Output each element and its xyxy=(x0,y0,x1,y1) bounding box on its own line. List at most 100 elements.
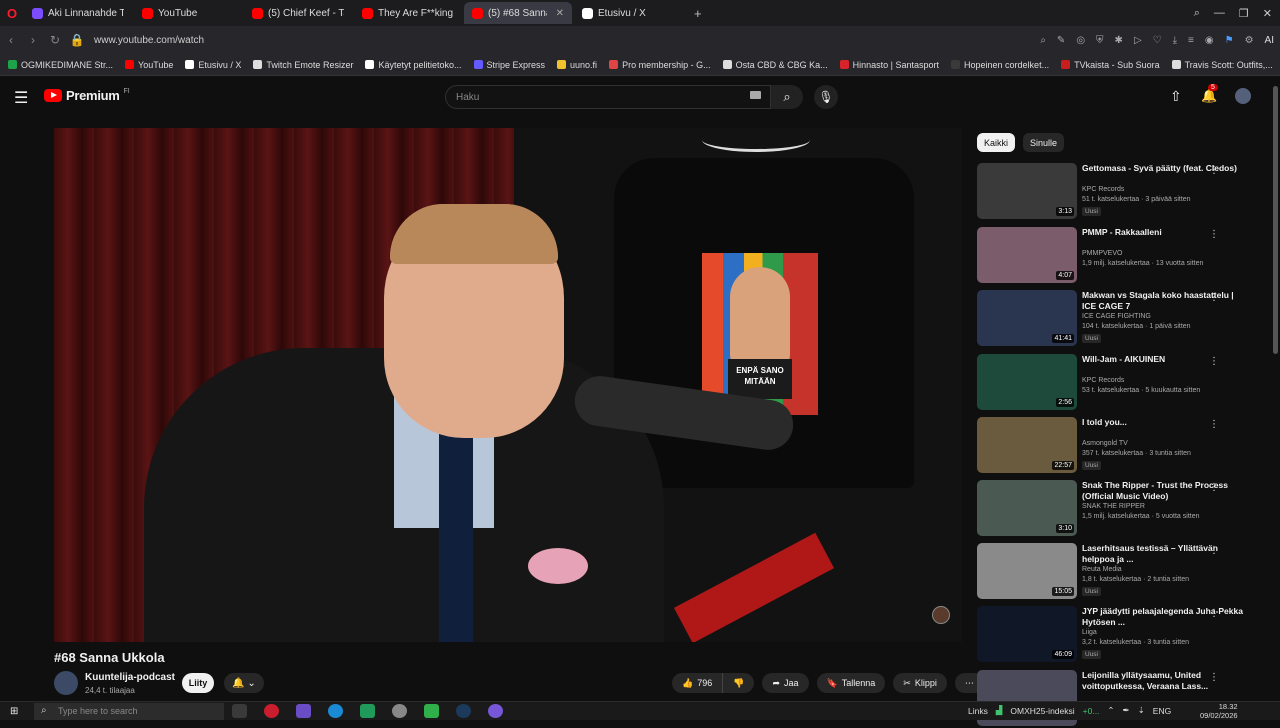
stock-name[interactable]: OMXH25-indeksi xyxy=(1010,706,1074,716)
chip-for-you[interactable]: Sinulle xyxy=(1023,133,1065,152)
recommendation-title[interactable]: Gettomasa - Syvä päätty (feat. Cledos) xyxy=(1082,163,1250,174)
recommendation-thumbnail[interactable]: 3:13 xyxy=(977,163,1077,219)
save-button[interactable]: 🔖 Tallenna xyxy=(816,673,886,693)
chip-all[interactable]: Kaikki xyxy=(977,133,1016,152)
recommendation-title[interactable]: Leijonilla yllätysaamu, United voittoput… xyxy=(1082,670,1250,692)
windows-start-icon[interactable]: ⊞ xyxy=(10,706,18,717)
recommendation-title[interactable]: PMMP - Rakkaalleni xyxy=(1082,227,1250,238)
recommendation-thumbnail[interactable]: 2:56 xyxy=(977,354,1077,410)
recommendation-item[interactable]: 4:07 PMMP - Rakkaalleni PMMPVEVO 1,9 milj. … xyxy=(977,227,1267,285)
recommendation-title[interactable]: Will-Jam - AIKUINEN xyxy=(1082,354,1250,365)
join-button[interactable]: Liity xyxy=(182,673,214,693)
browser-tab[interactable]: (5) #68 Sanna Ukkola ✕ xyxy=(464,2,572,24)
steam-app-icon[interactable] xyxy=(456,704,471,718)
search-input[interactable]: Haku xyxy=(445,85,771,109)
recommendation-title[interactable]: Snak The Ripper - Trust the Process (Off… xyxy=(1082,480,1250,502)
browser-tab[interactable]: Aki Linnanahde Talk Show xyxy=(24,2,132,24)
recommendation-title[interactable]: I told you... xyxy=(1082,417,1250,428)
search-button[interactable]: ⌕ xyxy=(771,85,803,109)
clock[interactable]: 18.32 09/02/2026 xyxy=(1200,702,1238,720)
ai-button[interactable]: AI xyxy=(1265,35,1274,46)
more-options-icon[interactable]: ⋮ xyxy=(1209,229,1219,240)
forward-icon[interactable]: › xyxy=(22,33,44,47)
bookmark-item[interactable]: Osta CBD & CBG Ka... xyxy=(722,60,828,70)
browser-tab[interactable]: They Are F**king Despera... xyxy=(354,2,462,24)
recommendation-item[interactable]: 3:10 Snak The Ripper - Trust the Process … xyxy=(977,480,1267,538)
bookmark-item[interactable]: YouTube xyxy=(125,60,173,70)
language-indicator[interactable]: ENG xyxy=(1153,706,1171,716)
recommendation-channel[interactable]: PMMPVEVO xyxy=(1082,250,1122,257)
bookmark-item[interactable]: Käytetyt pelitietoko... xyxy=(365,60,462,70)
more-options-icon[interactable]: ⋮ xyxy=(1209,292,1219,303)
media-app-icon[interactable] xyxy=(424,704,439,718)
more-options-icon[interactable]: ⋮ xyxy=(1209,482,1219,493)
task-view-icon[interactable] xyxy=(232,704,247,718)
recommendation-thumbnail[interactable]: 15:05 xyxy=(977,543,1077,599)
search-tabs-icon[interactable]: ⌕ xyxy=(1194,7,1200,20)
microphone-icon[interactable]: 🎙 xyxy=(814,85,838,109)
settings-app-icon[interactable] xyxy=(392,704,407,718)
recommendation-item[interactable]: 41:41 Makwan vs Stagala koko haastattelu … xyxy=(977,290,1267,348)
camera-icon[interactable]: ◎ xyxy=(1076,35,1085,46)
channel-name[interactable]: Kuuntelija-podcast xyxy=(85,672,175,683)
extension-icon[interactable]: ✱ xyxy=(1115,35,1123,46)
more-options-icon[interactable]: ⋮ xyxy=(1209,165,1219,176)
channel-avatar[interactable] xyxy=(54,671,78,695)
recommendation-item[interactable]: 46:09 JYP jäädytti pelaajalegenda Juha-Pe… xyxy=(977,606,1267,664)
like-button[interactable]: 👍 796 xyxy=(672,673,723,693)
discord-app-icon[interactable] xyxy=(488,704,503,718)
new-tab-button[interactable]: + xyxy=(686,2,710,24)
recommendation-item[interactable]: 3:13 Gettomasa - Syvä päätty (feat. Cledo… xyxy=(977,163,1267,221)
reload-icon[interactable]: ↻ xyxy=(44,33,66,47)
upload-icon[interactable]: ⇧ xyxy=(1170,88,1182,105)
zoom-icon[interactable]: ⌕ xyxy=(1040,35,1046,46)
recommendation-channel[interactable]: SNAK THE RIPPER xyxy=(1082,503,1145,510)
vpn-icon[interactable]: ⚑ xyxy=(1225,35,1234,46)
opera-logo-icon[interactable]: O xyxy=(0,0,24,26)
recommendation-item[interactable]: 2:56 Will-Jam - AIKUINEN KPC Records 53 t. … xyxy=(977,354,1267,412)
maximize-icon[interactable]: ❐ xyxy=(1239,7,1249,20)
pen-icon[interactable]: ✒ xyxy=(1123,705,1130,716)
tray-up-icon[interactable]: ⌃ xyxy=(1107,705,1114,716)
more-options-icon[interactable]: ⋮ xyxy=(1209,545,1219,556)
minimize-icon[interactable]: — xyxy=(1214,7,1225,19)
more-options-icon[interactable]: ⋮ xyxy=(1209,672,1219,683)
more-options-icon[interactable]: ⋮ xyxy=(1209,356,1219,367)
recommendation-thumbnail[interactable]: 46:09 xyxy=(977,606,1077,662)
opera-app-icon[interactable] xyxy=(264,704,279,718)
back-icon[interactable]: ‹ xyxy=(0,33,22,47)
url-field[interactable]: www.youtube.com/watch xyxy=(94,35,204,46)
recommendation-channel[interactable]: Liiga xyxy=(1082,629,1097,636)
recommendation-title[interactable]: Laserhitsaus testissä – Yllättävän helpp… xyxy=(1082,543,1250,565)
more-options-icon[interactable]: ⋮ xyxy=(1209,608,1219,619)
menu-icon[interactable]: ☰ xyxy=(14,88,28,108)
play-icon[interactable]: ▷ xyxy=(1134,35,1142,46)
browser-tab[interactable]: (5) Chief Keef - Talking Ir... xyxy=(244,2,352,24)
more-options-icon[interactable]: ⋮ xyxy=(1209,419,1219,430)
recommendation-channel[interactable]: KPC Records xyxy=(1082,377,1124,384)
edge-app-icon[interactable] xyxy=(328,704,343,718)
close-window-icon[interactable]: ✕ xyxy=(1263,7,1272,20)
bookmark-item[interactable]: Etusivu / X xyxy=(185,60,241,70)
recommendation-title[interactable]: JYP jäädytti pelaajalegenda Juha-Pekka H… xyxy=(1082,606,1250,628)
browser-tab[interactable]: YouTube xyxy=(134,2,242,24)
channel-watermark[interactable] xyxy=(932,606,950,624)
recommendation-thumbnail[interactable]: 3:10 xyxy=(977,480,1077,536)
scrollbar[interactable] xyxy=(1273,86,1278,354)
recommendation-thumbnail[interactable]: 22:57 xyxy=(977,417,1077,473)
shield-icon[interactable]: ⛨ xyxy=(1096,35,1104,46)
recommendation-thumbnail[interactable]: 4:07 xyxy=(977,227,1077,283)
bookmark-item[interactable]: Twitch Emote Resizer xyxy=(253,60,353,70)
taskbar-search-input[interactable]: ⌕ Type here to search xyxy=(34,703,224,720)
bookmark-item[interactable]: Stripe Express xyxy=(473,60,545,70)
recommendation-thumbnail[interactable]: 41:41 xyxy=(977,290,1077,346)
recommendation-channel[interactable]: Reuta Media xyxy=(1082,566,1122,573)
recommendation-item[interactable]: 22:57 I told you... Asmongold TV 357 t. kat… xyxy=(977,417,1267,475)
spreadsheet-app-icon[interactable] xyxy=(360,704,375,718)
youtube-premium-logo[interactable]: Premium FI xyxy=(44,88,130,103)
bookmark-item[interactable]: Travis Scott: Outfits,... xyxy=(1171,60,1273,70)
bookmark-item[interactable]: TVkaista - Sub Suora xyxy=(1061,60,1160,70)
browser-tab[interactable]: Etusivu / X xyxy=(574,2,686,24)
video-player[interactable]: ENPÄ SANO MITÄÄN xyxy=(54,128,962,642)
links-toolbar[interactable]: Links xyxy=(968,706,988,716)
